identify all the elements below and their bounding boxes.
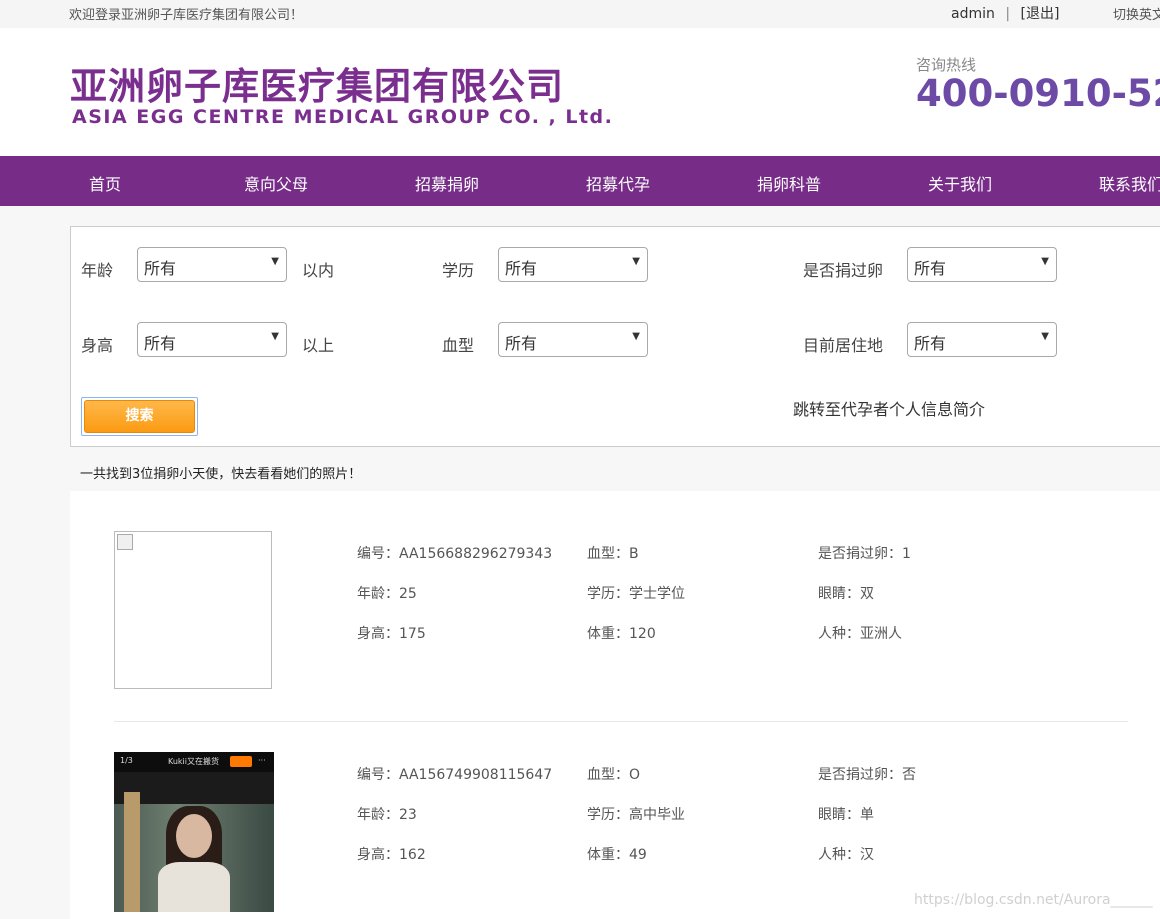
donor-age: 年龄：23 <box>357 807 417 823</box>
donor-weight: 体重：120 <box>587 626 656 642</box>
donor-education: 学历：学士学位 <box>587 586 685 602</box>
photo-source: Kukii又在搬货 <box>168 757 219 766</box>
photo-rope <box>124 792 140 912</box>
donor-eyes: 眼睛：双 <box>818 586 874 602</box>
height-select-value: 所有 <box>144 334 177 353</box>
donor-education: 学历：高中毕业 <box>587 807 685 823</box>
nav-item-egg-donor-recruit[interactable]: 招募捐卵 <box>415 171 479 195</box>
nav-item-intended-parents[interactable]: 意向父母 <box>244 171 308 195</box>
photo-body <box>158 862 230 912</box>
more-icon: ··· <box>258 756 266 765</box>
residence-label: 目前居住地 <box>803 336 884 355</box>
result-summary: 一共找到3位捐卵小天使，快去看看她们的照片！ <box>80 467 362 482</box>
logo-english[interactable]: ASIA EGG CENTRE MEDICAL GROUP CO. , Ltd. <box>72 106 613 128</box>
card-divider <box>114 721 1128 722</box>
blood-type-label: 血型 <box>442 336 475 355</box>
age-suffix: 以内 <box>302 261 335 280</box>
donor-height: 身高：162 <box>357 847 426 863</box>
education-select[interactable]: 所有 ▼ <box>498 247 648 282</box>
nav-item-donation-science[interactable]: 捐卵科普 <box>757 171 821 195</box>
donor-ethnicity: 人种：汉 <box>818 847 874 863</box>
donated-label: 是否捐过卵 <box>803 261 884 280</box>
donor-id: 编号：AA156749908115647 <box>357 767 553 783</box>
donated-select[interactable]: 所有 ▼ <box>907 247 1057 282</box>
donor-eyes: 眼睛：单 <box>818 807 874 823</box>
follow-badge <box>230 756 252 767</box>
residence-select[interactable]: 所有 ▼ <box>907 322 1057 357</box>
nav-item-about-us[interactable]: 关于我们 <box>928 171 992 195</box>
donor-blood-type: 血型：O <box>587 767 641 783</box>
welcome-text: 欢迎登录亚洲卵子库医疗集团有限公司！ <box>69 8 304 23</box>
photo-counter: 1/3 <box>120 756 133 765</box>
logo-chinese[interactable]: 亚洲卵子库医疗集团有限公司 <box>70 56 564 110</box>
age-label: 年龄 <box>81 261 114 280</box>
height-suffix: 以上 <box>302 336 335 355</box>
donor-photo-broken[interactable] <box>114 531 272 689</box>
surrogate-profile-link[interactable]: 跳转至代孕者个人信息简介 <box>793 396 985 420</box>
username-link[interactable]: admin <box>951 6 995 22</box>
education-select-value: 所有 <box>505 259 538 278</box>
donor-blood-type: 血型：B <box>587 546 639 562</box>
donor-height: 身高：175 <box>357 626 426 642</box>
height-select[interactable]: 所有 ▼ <box>137 322 287 357</box>
donated-select-value: 所有 <box>914 259 947 278</box>
residence-select-value: 所有 <box>914 334 947 353</box>
age-select-value: 所有 <box>144 259 177 278</box>
nav-item-home[interactable]: 首页 <box>89 171 121 195</box>
photo-face <box>176 814 212 858</box>
age-select[interactable]: 所有 ▼ <box>137 247 287 282</box>
photo-top-bar: 1/3 Kukii又在搬货 ··· <box>114 752 274 772</box>
blood-type-select-value: 所有 <box>505 334 538 353</box>
dropdown-arrow-icon: ▼ <box>1041 331 1049 342</box>
nav-item-surrogate-recruit[interactable]: 招募代孕 <box>586 171 650 195</box>
donor-age: 年龄：25 <box>357 586 417 602</box>
main-nav: 首页 意向父母 招募捐卵 招募代孕 捐卵科普 关于我们 联系我们 <box>0 156 1160 206</box>
dropdown-arrow-icon: ▼ <box>271 256 279 267</box>
site-header: 亚洲卵子库医疗集团有限公司 ASIA EGG CENTRE MEDICAL GR… <box>0 28 1160 156</box>
donor-id: 编号：AA156688296279343 <box>357 546 553 562</box>
education-label: 学历 <box>442 261 475 280</box>
donor-donated: 是否捐过卵：否 <box>818 767 916 783</box>
user-separator: | <box>1005 6 1011 22</box>
nav-item-contact-us[interactable]: 联系我们 <box>1099 171 1160 195</box>
donor-donated: 是否捐过卵：1 <box>818 546 911 562</box>
logout-link[interactable]: [退出] <box>1021 6 1060 22</box>
donor-photo[interactable]: 1/3 Kukii又在搬货 ··· <box>114 752 274 912</box>
dropdown-arrow-icon: ▼ <box>632 331 640 342</box>
hotline-number: 400-0910-527 <box>916 72 1160 115</box>
donor-weight: 体重：49 <box>587 847 647 863</box>
watermark: https://blog.csdn.net/Aurora______ <box>914 892 1153 908</box>
language-switch-link[interactable]: 切换英文 <box>1113 4 1160 23</box>
dropdown-arrow-icon: ▼ <box>632 256 640 267</box>
results-list: 编号：AA156688296279343 血型：B 是否捐过卵：1 年龄：25 … <box>70 491 1160 919</box>
donor-ethnicity: 人种：亚洲人 <box>818 626 902 642</box>
top-bar: 欢迎登录亚洲卵子库医疗集团有限公司！ admin | [退出] 切换英文 <box>0 0 1160 28</box>
user-area: admin | [退出] <box>951 3 1059 23</box>
dropdown-arrow-icon: ▼ <box>1041 256 1049 267</box>
dropdown-arrow-icon: ▼ <box>271 331 279 342</box>
broken-image-icon <box>117 534 133 550</box>
search-button-focus-ring: 搜索 <box>81 397 198 436</box>
filter-panel: 年龄 所有 ▼ 以内 学历 所有 ▼ 是否捐过卵 所有 ▼ 身高 所有 ▼ 以上… <box>70 226 1160 447</box>
search-button[interactable]: 搜索 <box>84 400 195 433</box>
blood-type-select[interactable]: 所有 ▼ <box>498 322 648 357</box>
height-label: 身高 <box>81 336 114 355</box>
